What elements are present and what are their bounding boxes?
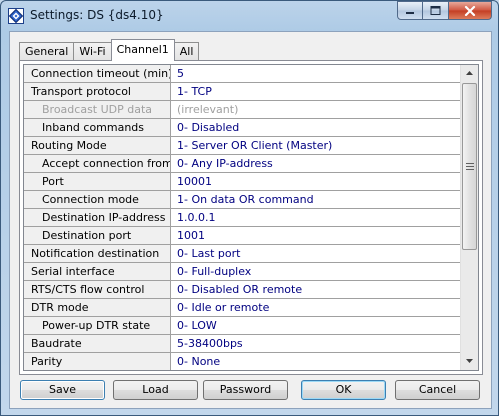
setting-value[interactable]: 0- None xyxy=(171,353,460,370)
setting-name: Serial interface xyxy=(24,263,171,281)
settings-row[interactable]: Accept connection from 0- Any IP-address xyxy=(24,155,460,173)
setting-name: Inband commands xyxy=(24,119,171,137)
setting-name: RTS/CTS flow control xyxy=(24,281,171,299)
setting-value[interactable]: 5-38400bps xyxy=(171,335,460,353)
settings-window: Settings: DS {ds4.10} General Wi-Fi Chan… xyxy=(0,0,499,416)
setting-value[interactable]: 1- Server OR Client (Master) xyxy=(171,137,460,155)
setting-name: Broadcast UDP data xyxy=(24,101,171,119)
password-button[interactable]: Password xyxy=(203,380,288,400)
setting-value[interactable]: 0- Any IP-address xyxy=(171,155,460,173)
settings-row[interactable]: RTS/CTS flow control 0- Disabled OR remot… xyxy=(24,281,460,299)
ok-button[interactable]: OK xyxy=(301,380,386,400)
app-diamond-icon xyxy=(8,8,24,24)
setting-value[interactable]: 0- Disabled OR remote xyxy=(171,281,460,299)
setting-name: Power-up DTR state xyxy=(24,317,171,335)
setting-value[interactable]: 0- Full-duplex xyxy=(171,263,460,281)
setting-name: Parity xyxy=(24,353,171,370)
setting-name: Destination IP-address xyxy=(24,209,171,227)
settings-grid: Connection timeout (min) 5 Transport proto… xyxy=(23,64,479,371)
settings-row[interactable]: Parity 0- None xyxy=(24,353,460,370)
tab-general[interactable]: General xyxy=(19,42,75,61)
tab-strip: General Wi-Fi Channel1 All xyxy=(19,39,200,61)
settings-row[interactable]: Transport protocol 1- TCP xyxy=(24,83,460,101)
tab-panel-channel1: Connection timeout (min) 5 Transport proto… xyxy=(19,60,483,375)
settings-row[interactable]: Inband commands 0- Disabled xyxy=(24,119,460,137)
scroll-thumb[interactable] xyxy=(462,83,477,250)
close-icon xyxy=(464,5,476,16)
setting-value[interactable]: 0- Disabled xyxy=(171,119,460,137)
settings-row[interactable]: DTR mode 0- Idle or remote xyxy=(24,299,460,317)
setting-name: Connection mode xyxy=(24,191,171,209)
caption-buttons xyxy=(397,1,492,21)
scroll-up-arrow-icon xyxy=(466,71,473,75)
setting-value[interactable]: 1001 xyxy=(171,227,460,245)
settings-row[interactable]: Broadcast UDP data (irrelevant) xyxy=(24,101,460,119)
title-bar[interactable]: Settings: DS {ds4.10} xyxy=(1,1,498,31)
setting-value[interactable]: 1- TCP xyxy=(171,83,460,101)
maximize-icon xyxy=(430,6,441,15)
window-title: Settings: DS {ds4.10} xyxy=(30,8,164,22)
setting-name: DTR mode xyxy=(24,299,171,317)
tab-all[interactable]: All xyxy=(173,42,200,61)
save-button[interactable]: Save xyxy=(20,380,105,400)
setting-value[interactable]: 0- LOW xyxy=(171,317,460,335)
settings-row[interactable]: Routing Mode 1- Server OR Client (Master) xyxy=(24,137,460,155)
scroll-down-button[interactable] xyxy=(461,353,478,370)
setting-name: Accept connection from xyxy=(24,155,171,173)
client-area: General Wi-Fi Channel1 All Connection ti… xyxy=(9,31,492,409)
settings-row[interactable]: Connection timeout (min) 5 xyxy=(24,65,460,83)
scroll-grip-icon xyxy=(465,163,474,170)
maximize-button[interactable] xyxy=(423,1,449,20)
setting-name: Destination port xyxy=(24,227,171,245)
settings-row[interactable]: Serial interface 0- Full-duplex xyxy=(24,263,460,281)
cancel-button[interactable]: Cancel xyxy=(395,380,480,400)
setting-value[interactable]: 5 xyxy=(171,65,460,83)
scroll-up-button[interactable] xyxy=(461,65,478,82)
tab-channel1[interactable]: Channel1 xyxy=(110,39,175,61)
setting-name: Notification destination xyxy=(24,245,171,263)
minimize-icon xyxy=(406,11,414,14)
setting-value[interactable]: 1- On data OR command xyxy=(171,191,460,209)
setting-value[interactable]: 0- Last port xyxy=(171,245,460,263)
setting-name: Baudrate xyxy=(24,335,171,353)
settings-row[interactable]: Destination port 1001 xyxy=(24,227,460,245)
load-button[interactable]: Load xyxy=(113,380,198,400)
setting-name: Connection timeout (min) xyxy=(24,65,171,83)
settings-row[interactable]: Power-up DTR state 0- LOW xyxy=(24,317,460,335)
settings-row[interactable]: Port 10001 xyxy=(24,173,460,191)
scroll-down-arrow-icon xyxy=(466,359,473,363)
setting-name: Transport protocol xyxy=(24,83,171,101)
settings-row[interactable]: Destination IP-address 1.0.0.1 xyxy=(24,209,460,227)
settings-row[interactable]: Connection mode 1- On data OR command xyxy=(24,191,460,209)
dialog-button-row: Save Load Password OK Cancel xyxy=(10,380,493,402)
setting-name: Routing Mode xyxy=(24,137,171,155)
setting-name: Port xyxy=(24,173,171,191)
close-button[interactable] xyxy=(449,1,492,20)
minimize-button[interactable] xyxy=(397,1,423,20)
setting-value[interactable]: 1.0.0.1 xyxy=(171,209,460,227)
vertical-scrollbar[interactable] xyxy=(460,65,478,370)
setting-value[interactable]: (irrelevant) xyxy=(171,101,460,119)
settings-row[interactable]: Notification destination 0- Last port xyxy=(24,245,460,263)
tab-wifi[interactable]: Wi-Fi xyxy=(73,42,112,61)
setting-value[interactable]: 10001 xyxy=(171,173,460,191)
settings-row[interactable]: Baudrate 5-38400bps xyxy=(24,335,460,353)
setting-value[interactable]: 0- Idle or remote xyxy=(171,299,460,317)
